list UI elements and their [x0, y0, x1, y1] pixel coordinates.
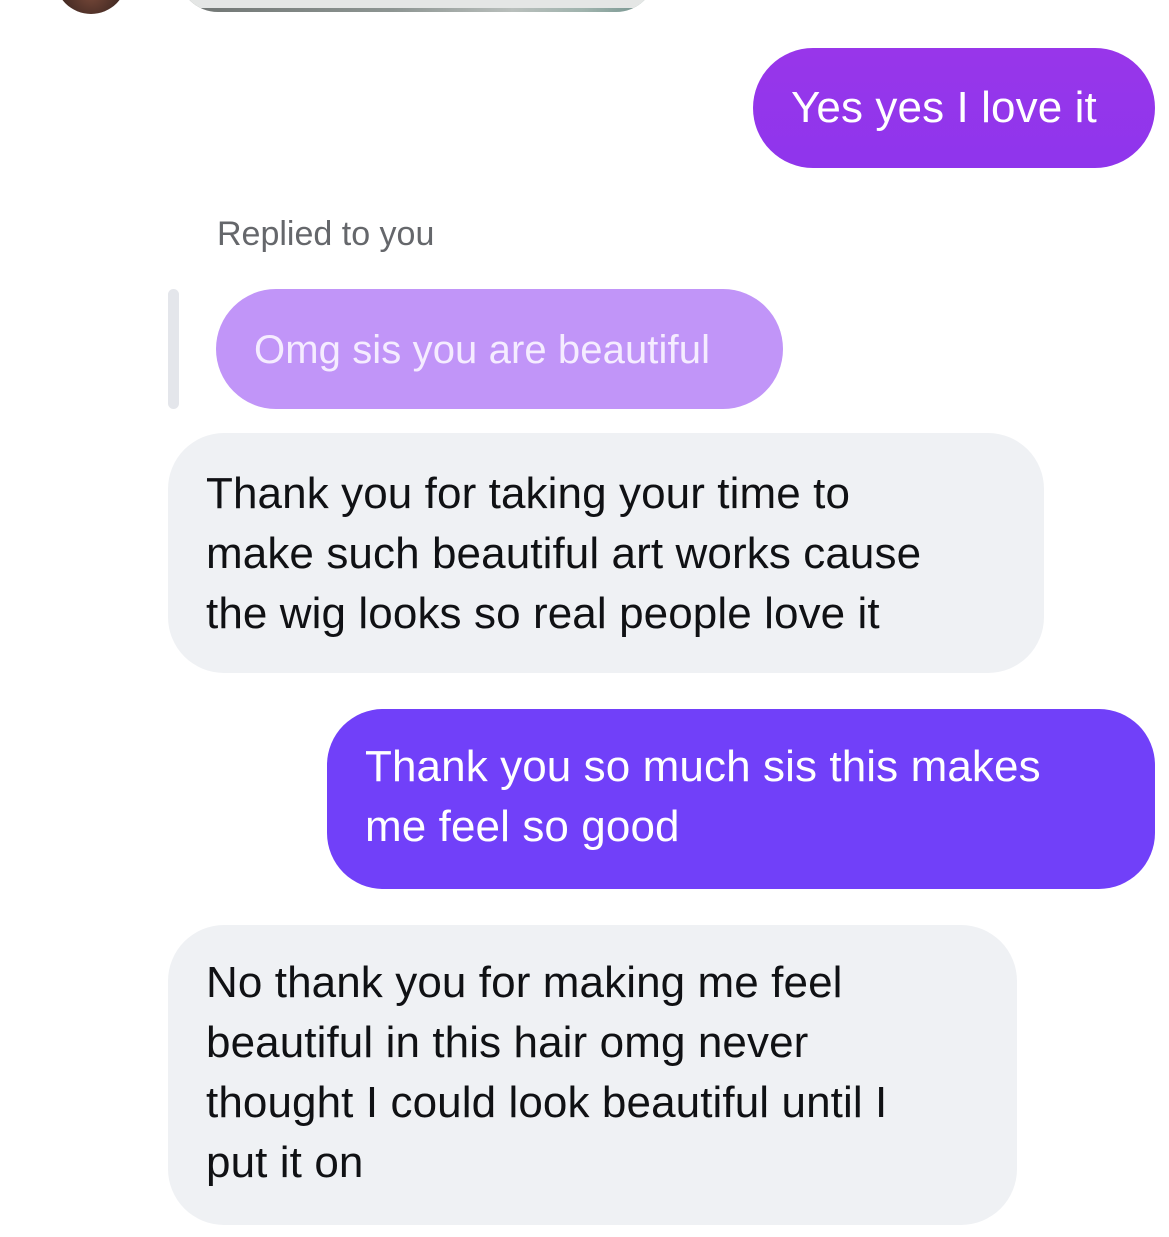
sent-message-bubble[interactable]: Thank you so much sis this makes me feel… [327, 709, 1155, 889]
reply-indicator-bar [168, 289, 179, 409]
reply-context-label: Replied to you [217, 215, 435, 253]
sent-message-bubble[interactable]: Yes yes I love it [753, 48, 1155, 168]
received-message-bubble[interactable]: No thank you for making me feel beautifu… [168, 925, 1017, 1225]
received-message-bubble[interactable]: Thank you for taking your time to make s… [168, 433, 1044, 673]
image-attachment[interactable] [178, 0, 656, 12]
contact-avatar[interactable] [55, 0, 127, 14]
quoted-message-bubble[interactable]: Omg sis you are beautiful [216, 289, 783, 409]
